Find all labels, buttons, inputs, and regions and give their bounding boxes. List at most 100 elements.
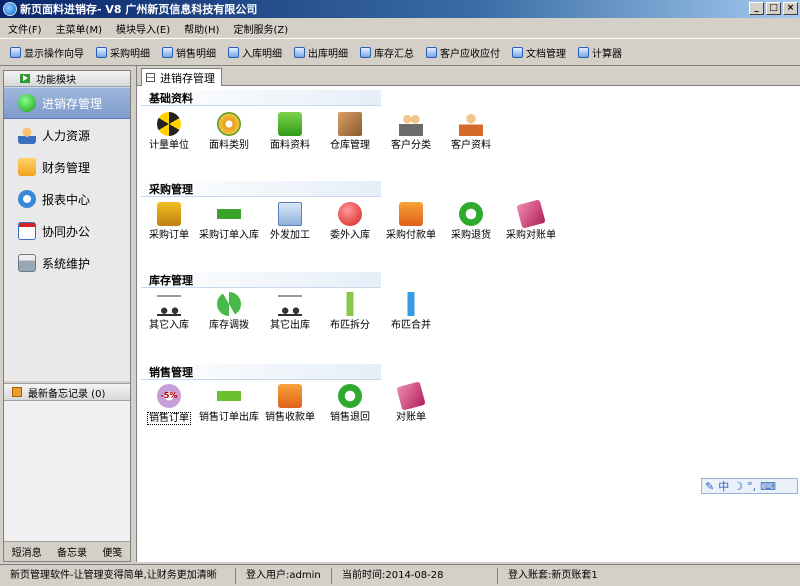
item-stock-transfer[interactable]: 库存调拨 [197, 292, 261, 331]
menu-custom-service[interactable]: 定制服务(Z) [233, 21, 288, 36]
tab-inventory[interactable]: 进销存管理 [141, 68, 222, 86]
item-purchase-return[interactable]: 采购退货 [439, 202, 503, 241]
status-time: 当前时间:2014-08-28 14:13:51 [332, 567, 498, 586]
users-icon [399, 112, 423, 136]
memo-header[interactable]: 最新备忘记录 (0) [4, 383, 130, 401]
toolbar-purchase-detail-button[interactable]: 采购明细 [96, 45, 150, 60]
nav-item-hr[interactable]: 人力资源 [4, 119, 130, 151]
status-user: 登入用户:admin [236, 567, 332, 584]
toolbar-outbound-detail-button[interactable]: 出库明细 [294, 45, 348, 60]
item-purchase-order[interactable]: 采购订单 [137, 202, 201, 241]
item-outsourcing[interactable]: 外发加工 [258, 202, 322, 241]
calculator-icon [578, 46, 589, 58]
menu-module-import[interactable]: 模块导入(E) [116, 21, 170, 36]
eraser-icon [516, 199, 546, 229]
nav-item-reports[interactable]: 报表中心 [4, 183, 130, 215]
toolbar-guide-button[interactable]: 显示操作向导 [10, 45, 84, 60]
status-bar: 新页管理软件-让管理变得简单,让财务更加清晰 登入用户:admin 当前时间:2… [0, 564, 800, 586]
outbound-detail-icon [294, 46, 305, 58]
item-other-inbound[interactable]: 其它入库 [137, 292, 201, 331]
inbound-detail-icon [228, 46, 239, 58]
nav-item-system[interactable]: 系统维护 [4, 247, 130, 279]
item-fabric-split[interactable]: 布匹拆分 [318, 292, 382, 331]
user-icon [459, 112, 483, 136]
item-statement[interactable]: 对账单 [379, 381, 443, 423]
left-panel: 功能模块 进销存管理 人力资源 财务管理 报表中心 协同办公 系统维护 最新备忘… [3, 70, 131, 562]
tab-notes[interactable]: 便笺 [102, 544, 122, 559]
item-sales-return[interactable]: 销售退回 [318, 384, 382, 423]
people-icon [18, 126, 36, 144]
section-purchase: 采购管理 [141, 181, 381, 197]
receivables-icon [426, 46, 437, 58]
section-basic-data: 基础资料 [141, 90, 381, 106]
up-arrow-icon [399, 292, 423, 316]
arrow-right-icon [217, 384, 241, 408]
window-icon [146, 73, 155, 82]
module-panel-header: 功能模块 [4, 71, 130, 87]
cart-remove-icon [278, 292, 302, 316]
tab-memo[interactable]: 备忘录 [57, 544, 87, 559]
memo-list [4, 401, 130, 541]
item-sales-outbound[interactable]: 销售订单出库 [197, 384, 261, 423]
purchase-detail-icon [96, 46, 107, 58]
ime-chinese-mode[interactable]: 中 [718, 478, 729, 494]
sales-detail-icon [162, 46, 173, 58]
item-customer-data[interactable]: 客户资料 [439, 112, 503, 151]
check-icon [18, 94, 36, 112]
item-purchase-statement[interactable]: 采购对账单 [499, 199, 563, 241]
item-fabric-merge[interactable]: 布匹合并 [379, 292, 443, 331]
toolbar-stock-summary-button[interactable]: 库存汇总 [360, 45, 414, 60]
item-other-outbound[interactable]: 其它出库 [258, 292, 322, 331]
window-title: 新页面料进销存- V8 广州新页信息科技有限公司 [20, 3, 258, 16]
gear-icon [217, 112, 241, 136]
refresh-icon [217, 292, 241, 316]
box-icon [338, 112, 362, 136]
menu-help[interactable]: 帮助(H) [184, 21, 219, 36]
nav-item-inventory[interactable]: 进销存管理 [4, 87, 130, 119]
tab-short-message[interactable]: 短消息 [12, 544, 42, 559]
title-bar: 新页面料进销存- V8 广州新页信息科技有限公司 _ □ × [0, 0, 800, 18]
folder-icon [278, 202, 302, 226]
section-sales: 销售管理 [141, 364, 381, 380]
toolbar: 显示操作向导 采购明细 销售明细 入库明细 出库明细 库存汇总 客户应收应付 文… [0, 38, 800, 66]
cart-plus-icon [157, 202, 181, 226]
item-unit[interactable]: 计量单位 [137, 112, 201, 151]
toolbar-receivables-button[interactable]: 客户应收应付 [426, 45, 500, 60]
close-button[interactable]: × [783, 2, 798, 15]
toolbar-sales-detail-button[interactable]: 销售明细 [162, 45, 216, 60]
item-warehouse[interactable]: 仓库管理 [318, 112, 382, 151]
arrow-left-icon [217, 202, 241, 226]
item-outsource-inbound[interactable]: 委外入库 [318, 202, 382, 241]
toolbar-inbound-detail-button[interactable]: 入库明细 [228, 45, 282, 60]
item-fabric-data[interactable]: 面料资料 [258, 112, 322, 151]
folder-icon [18, 158, 36, 176]
ime-logo-icon: ✎ [705, 479, 715, 493]
speaker-icon [12, 387, 22, 397]
item-purchase-inbound[interactable]: 采购订单入库 [197, 202, 261, 241]
stock-summary-icon [360, 46, 371, 58]
toolbar-documents-button[interactable]: 文档管理 [512, 45, 566, 60]
ime-toolbar[interactable]: ✎ 中 ☽ °, ⌨ [701, 478, 798, 494]
calendar-icon [18, 222, 36, 240]
item-fabric-category[interactable]: 面料类别 [197, 112, 261, 151]
item-sales-receipt[interactable]: 销售收款单 [258, 384, 322, 423]
s-circle-icon [338, 202, 362, 226]
item-sales-order[interactable]: -5% 销售订单 [137, 384, 201, 425]
keyboard-icon[interactable]: ⌨ [760, 480, 776, 493]
tab-strip: 进销存管理 [137, 66, 800, 86]
nav-item-finance[interactable]: 财务管理 [4, 151, 130, 183]
menu-file[interactable]: 文件(F) [8, 21, 42, 36]
moon-icon[interactable]: ☽ [733, 480, 743, 493]
cart-add-icon [157, 292, 181, 316]
punctuation-icon[interactable]: °, [747, 480, 756, 493]
status-slogan: 新页管理软件-让管理变得简单,让财务更加清晰 [0, 567, 236, 584]
toolbar-calculator-button[interactable]: 计算器 [578, 45, 622, 60]
minimize-button[interactable]: _ [749, 2, 764, 15]
maximize-button[interactable]: □ [766, 2, 781, 15]
item-customer-category[interactable]: 客户分类 [379, 112, 443, 151]
menu-main[interactable]: 主菜单(M) [56, 21, 102, 36]
item-purchase-payment[interactable]: 采购付款单 [379, 202, 443, 241]
discount-icon: -5% [157, 384, 181, 408]
lock-icon [18, 254, 36, 272]
nav-item-office[interactable]: 协同办公 [4, 215, 130, 247]
